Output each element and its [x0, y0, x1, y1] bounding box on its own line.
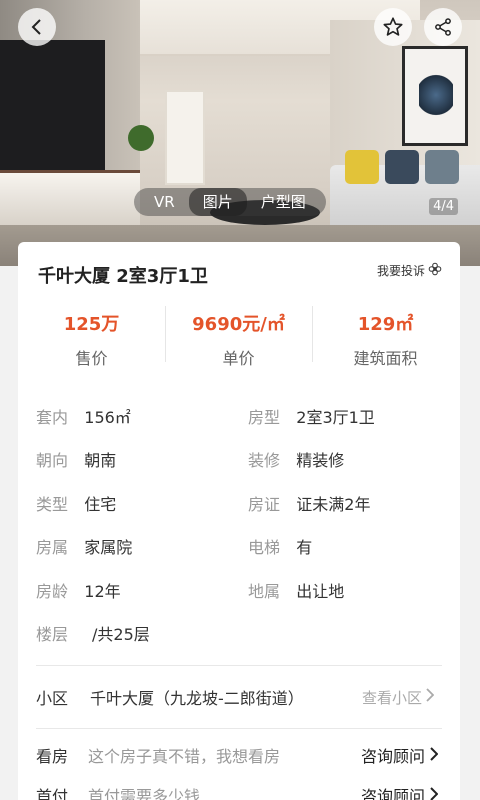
stat-label: 单价 — [222, 349, 255, 368]
photo-tv-stand — [0, 170, 140, 225]
stat-value: 9690元/㎡ — [192, 314, 285, 335]
photo-tv — [0, 40, 105, 180]
chevron-right-icon — [425, 688, 435, 706]
share-icon — [433, 17, 453, 37]
attribute-value: 12年 — [84, 581, 121, 601]
media-tabs: VR 图片 户型图 — [134, 188, 326, 216]
listing-card: 千叶大厦 2室3厅1卫 我要投诉 125万 售价 9690元/㎡ 单价 129㎡… — [18, 242, 460, 800]
attribute-label: 房型 — [248, 407, 281, 427]
attribute-label: 类型 — [36, 494, 69, 514]
back-button[interactable] — [18, 8, 56, 46]
attribute-value: /共25层 — [92, 625, 150, 645]
photo-painting — [402, 46, 468, 146]
consult-advisor-button[interactable]: 咨询顾问 — [360, 783, 439, 800]
down-payment-prompt: 首付需要多少钱 — [88, 787, 201, 800]
attribute-label: 套内 — [36, 407, 69, 427]
photo-gallery[interactable]: VR 图片 户型图 4/4 — [0, 0, 480, 266]
attribute-value: 家属院 — [84, 538, 133, 558]
listing-title: 千叶大厦 2室3厅1卫 — [38, 266, 208, 287]
consult-advisor-button[interactable]: 咨询顾问 — [360, 743, 439, 767]
photo-counter: 4/4 — [429, 198, 458, 215]
share-button[interactable] — [424, 8, 462, 46]
attribute-value: 2室3厅1卫 — [296, 407, 375, 427]
attribute-value: 出让地 — [296, 581, 345, 601]
attribute-value: 有 — [296, 538, 313, 558]
attribute-label: 地属 — [248, 581, 281, 601]
price-stats: 125万 售价 9690元/㎡ 单价 129㎡ 建筑面积 — [18, 304, 460, 376]
consult-label: 咨询顾问 — [360, 747, 425, 766]
attribute-value: 朝南 — [84, 451, 117, 471]
tab-vr[interactable]: VR — [140, 188, 189, 216]
photo-pillow — [425, 150, 459, 184]
photo-pillow — [385, 150, 419, 184]
report-button[interactable]: 我要投诉 — [377, 262, 442, 279]
stat-unit-price: 9690元/㎡ 单价 — [165, 304, 312, 376]
viewing-prompt: 这个房子真不错，我想看房 — [88, 747, 281, 766]
favorite-button[interactable] — [374, 8, 412, 46]
photo-pillow — [345, 150, 379, 184]
chevron-right-icon — [429, 746, 439, 765]
title-row: 千叶大厦 2室3厅1卫 我要投诉 — [18, 242, 460, 304]
attribute-label: 房龄 — [36, 581, 69, 601]
attribute-label: 房属 — [36, 538, 69, 558]
attribute-label: 朝向 — [36, 451, 69, 471]
stat-value: 125万 — [63, 314, 120, 335]
attribute-row: 套内 156㎡ 房型 2室3厅1卫 — [18, 394, 460, 438]
chevron-right-icon — [429, 786, 439, 800]
photo-plant — [128, 125, 154, 151]
report-label: 我要投诉 — [376, 264, 425, 278]
flower-icon — [428, 262, 442, 279]
attribute-row: 房龄 12年 地属 出让地 — [18, 568, 460, 612]
attribute-label: 房证 — [248, 494, 281, 514]
attribute-label: 装修 — [248, 451, 281, 471]
down-payment-row: 首付 首付需要多少钱 咨询顾问 — [18, 775, 460, 800]
attribute-row: 朝向 朝南 装修 精装修 — [18, 438, 460, 482]
divider — [36, 728, 442, 729]
attribute-row: 类型 住宅 房证 证未满2年 — [18, 481, 460, 525]
star-icon — [382, 16, 404, 38]
photo-door — [165, 90, 205, 185]
stat-value: 129㎡ — [357, 314, 414, 335]
attribute-value: 精装修 — [296, 451, 345, 471]
attribute-row: 楼层 /共25层 — [18, 612, 460, 656]
attribute-value: 证未满2年 — [296, 494, 371, 514]
viewing-row: 看房 这个房子真不错，我想看房 咨询顾问 — [18, 735, 460, 775]
viewing-label: 看房 — [36, 747, 69, 766]
stat-label: 建筑面积 — [353, 349, 418, 368]
attribute-value: 住宅 — [84, 494, 117, 514]
attribute-label: 楼层 — [36, 625, 69, 645]
consult-label: 咨询顾问 — [360, 787, 425, 800]
attribute-value: 156㎡ — [84, 407, 131, 427]
attribute-grid: 套内 156㎡ 房型 2室3厅1卫 朝向 朝南 装修 精装修 类型 住宅 房证 … — [18, 376, 460, 655]
tab-photos[interactable]: 图片 — [188, 188, 247, 216]
community-row[interactable]: 小区 千叶大厦（九龙坡-二郎街道） 查看小区 — [18, 666, 460, 728]
view-community-label: 查看小区 — [361, 688, 422, 707]
down-payment-label: 首付 — [36, 787, 69, 800]
community-label: 小区 — [36, 689, 69, 708]
tab-floorplan[interactable]: 户型图 — [247, 188, 320, 216]
stat-area: 129㎡ 建筑面积 — [312, 304, 459, 376]
community-name: 千叶大厦（九龙坡-二郎街道） — [90, 689, 304, 708]
stat-price: 125万 售价 — [18, 304, 165, 376]
view-community-link[interactable]: 查看小区 — [361, 687, 435, 708]
chevron-left-icon — [28, 18, 46, 36]
attribute-row: 房属 家属院 电梯 有 — [18, 525, 460, 569]
attribute-label: 电梯 — [248, 538, 281, 558]
stat-label: 售价 — [75, 349, 108, 368]
